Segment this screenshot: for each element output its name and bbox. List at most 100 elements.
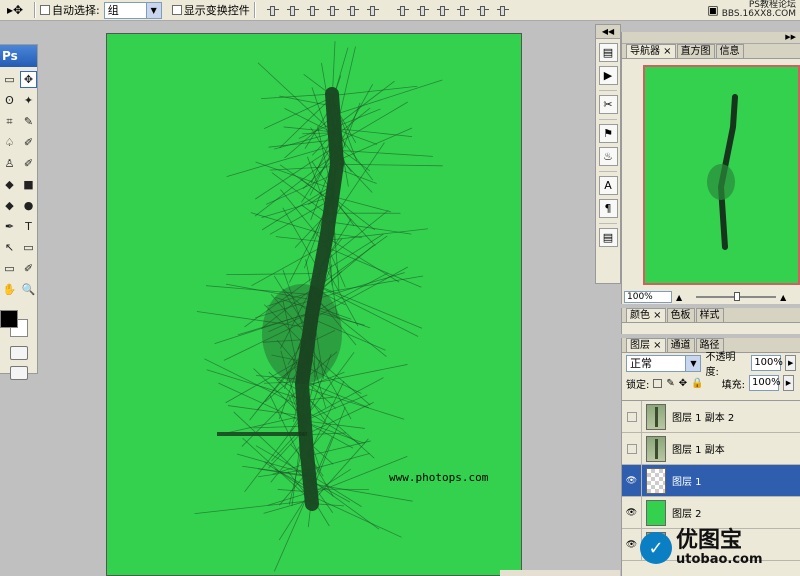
tool-button[interactable]: ▭ xyxy=(20,239,37,256)
caterpillar-hair xyxy=(261,196,333,218)
palette-button-icon[interactable]: ♨ xyxy=(598,147,618,166)
chevron-down-icon[interactable]: ▼ xyxy=(145,2,161,18)
caterpillar-hair xyxy=(304,394,368,421)
align-right-icon[interactable] xyxy=(366,4,380,16)
navigator-thumbnail[interactable] xyxy=(643,65,800,285)
align-top-icon[interactable] xyxy=(266,4,280,16)
layer-name: 图层 2 xyxy=(672,509,702,520)
collapse-arrows-icon[interactable]: ◀◀ xyxy=(596,25,620,39)
distribute-left-icon[interactable] xyxy=(456,4,470,16)
opacity-arrow-icon[interactable]: ▶ xyxy=(785,355,796,371)
tool-button[interactable]: ↖ xyxy=(1,239,18,256)
quick-mask-button[interactable] xyxy=(9,346,28,360)
tool-button[interactable]: ◆ xyxy=(1,197,18,214)
eye-icon[interactable]: 👁 xyxy=(622,528,642,561)
tool-button[interactable]: ⌗ xyxy=(1,113,18,130)
zoom-in-icon[interactable]: ▲ xyxy=(780,293,786,302)
document-canvas[interactable]: www.photops.com xyxy=(106,33,522,576)
lock-transparency-icon[interactable] xyxy=(653,378,663,388)
divider xyxy=(599,218,617,224)
tab-styles[interactable]: 样式 xyxy=(695,308,724,322)
checkbox-box[interactable] xyxy=(40,5,50,15)
tab-channels[interactable]: 通道 xyxy=(666,338,695,352)
tool-button[interactable]: ▭ xyxy=(1,71,18,88)
tab-info[interactable]: 信息 xyxy=(715,44,744,58)
tool-button[interactable]: ✋ xyxy=(1,281,18,298)
caterpillar-hair xyxy=(314,272,405,300)
distribute-vcenter-icon[interactable] xyxy=(416,4,430,16)
palette-button-icon[interactable]: ▤ xyxy=(598,228,618,247)
palette-button-icon[interactable]: A xyxy=(598,176,618,195)
caterpillar-hair xyxy=(194,500,312,515)
tool-button[interactable]: 🔍 xyxy=(20,281,37,298)
fill-field[interactable]: 100% xyxy=(748,375,781,391)
palette-button-icon[interactable]: ▤ xyxy=(598,43,618,62)
palette-button-icon[interactable]: ✂ xyxy=(598,95,618,114)
zoom-field[interactable]: 100% xyxy=(624,291,672,303)
caterpillar-hair xyxy=(336,163,443,167)
align-hcenter-icon[interactable] xyxy=(346,4,360,16)
tool-button[interactable]: ✐ xyxy=(20,155,37,172)
align-left-icon[interactable] xyxy=(326,4,340,16)
tool-button[interactable]: ▭ xyxy=(1,260,18,277)
tool-button[interactable]: T xyxy=(20,218,37,235)
show-transform-checkbox[interactable]: 显示变换控件 xyxy=(171,2,250,18)
distribute-top-icon[interactable] xyxy=(396,4,410,16)
distribute-bottom-icon[interactable] xyxy=(436,4,450,16)
palette-button-icon[interactable]: ⚑ xyxy=(598,124,618,143)
screen-mode-button[interactable] xyxy=(9,366,28,380)
layer-row[interactable]: 👁 图层 1 xyxy=(622,464,800,497)
tool-grid: ▭ ✥ ʘ ✦ ⌗ ✎ ♤ ✐ ♙ ✐ ◆ ■ ◆ ● ✒ T ↖ ▭ ▭ ✐ ✋ 🔍 xyxy=(0,67,37,302)
checkbox-box[interactable] xyxy=(171,5,182,15)
tool-button[interactable]: ✒ xyxy=(1,218,18,235)
tool-preset-picker[interactable]: ▸✥ xyxy=(0,1,30,20)
caterpillar-hair xyxy=(263,96,333,130)
zoom-slider-knob[interactable] xyxy=(734,292,741,301)
tab-color[interactable]: 颜色 × xyxy=(626,308,666,322)
ps-logo[interactable]: Ps xyxy=(0,45,37,67)
collapse-arrows-icon[interactable]: ▶▶ xyxy=(622,32,800,44)
tab-histogram[interactable]: 直方图 xyxy=(676,44,715,58)
tool-button[interactable]: ✐ xyxy=(20,260,37,277)
tool-button[interactable]: ✐ xyxy=(20,134,37,151)
tool-button[interactable]: ✎ xyxy=(20,113,37,130)
tool-button[interactable]: ◆ xyxy=(1,176,18,193)
visibility-toggle[interactable] xyxy=(622,400,642,433)
lock-all-icon[interactable]: 🔒 xyxy=(691,378,703,389)
tool-button[interactable]: ● xyxy=(20,197,37,214)
tool-button[interactable]: ʘ xyxy=(1,92,18,109)
chevron-down-icon[interactable]: ▼ xyxy=(685,355,701,371)
align-vcenter-icon[interactable] xyxy=(286,4,300,16)
tool-button[interactable]: ■ xyxy=(20,176,37,193)
fill-label: 填充: xyxy=(721,379,745,391)
palette-button-icon[interactable]: ▶ xyxy=(598,66,618,85)
fill-arrow-icon[interactable]: ▶ xyxy=(782,375,794,391)
palette-button-icon[interactable]: ¶ xyxy=(598,199,618,218)
visibility-toggle[interactable] xyxy=(622,432,642,465)
blend-mode-dropdown[interactable]: 正常 ▼ xyxy=(626,354,702,372)
lock-paint-icon[interactable]: ✎ xyxy=(666,378,674,389)
foreground-color-swatch[interactable] xyxy=(0,310,18,328)
tool-button[interactable]: ♙ xyxy=(1,155,18,172)
distribute-hcenter-icon[interactable] xyxy=(476,4,490,16)
tool-button[interactable]: ✦ xyxy=(20,92,37,109)
eye-icon[interactable]: 👁 xyxy=(622,464,642,497)
tab-layers[interactable]: 图层 × xyxy=(626,338,666,352)
tool-button[interactable]: ♤ xyxy=(1,134,18,151)
tab-navigator[interactable]: 导航器 × xyxy=(626,44,676,58)
tool-button[interactable]: ✥ xyxy=(20,71,37,88)
layer-row[interactable]: 图层 1 副本 xyxy=(622,432,800,465)
align-bottom-icon[interactable] xyxy=(306,4,320,16)
auto-select-dropdown[interactable]: 组 ▼ xyxy=(103,1,162,19)
layer-row[interactable]: 图层 1 副本 2 xyxy=(622,400,800,433)
auto-select-checkbox[interactable]: 自动选择: xyxy=(40,2,100,18)
lock-move-icon[interactable]: ✥ xyxy=(679,378,687,389)
distribute-buttons xyxy=(396,4,510,16)
distribute-right-icon[interactable] xyxy=(496,4,510,16)
zoom-out-icon[interactable]: ▲ xyxy=(676,293,682,302)
zoom-slider[interactable] xyxy=(696,292,777,302)
divider xyxy=(599,85,617,91)
tab-swatches[interactable]: 色板 xyxy=(666,308,695,322)
eye-icon[interactable]: 👁 xyxy=(622,496,642,529)
opacity-field[interactable]: 100% xyxy=(751,355,783,371)
